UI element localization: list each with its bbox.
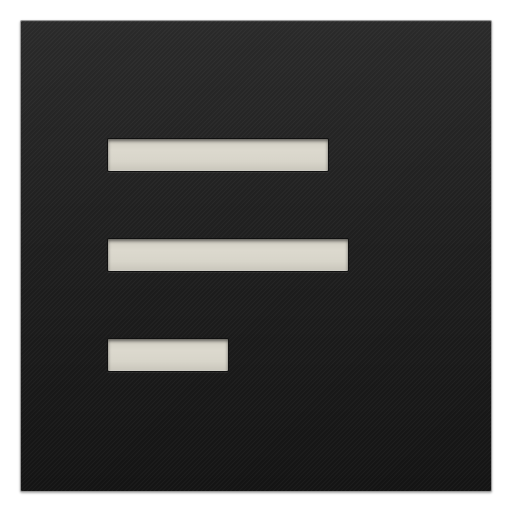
- text-line-3: [107, 338, 229, 372]
- text-line-2: [107, 238, 349, 272]
- text-align-left-icon: [20, 20, 492, 492]
- icon-canvas: [0, 0, 512, 512]
- text-line-1: [107, 138, 329, 172]
